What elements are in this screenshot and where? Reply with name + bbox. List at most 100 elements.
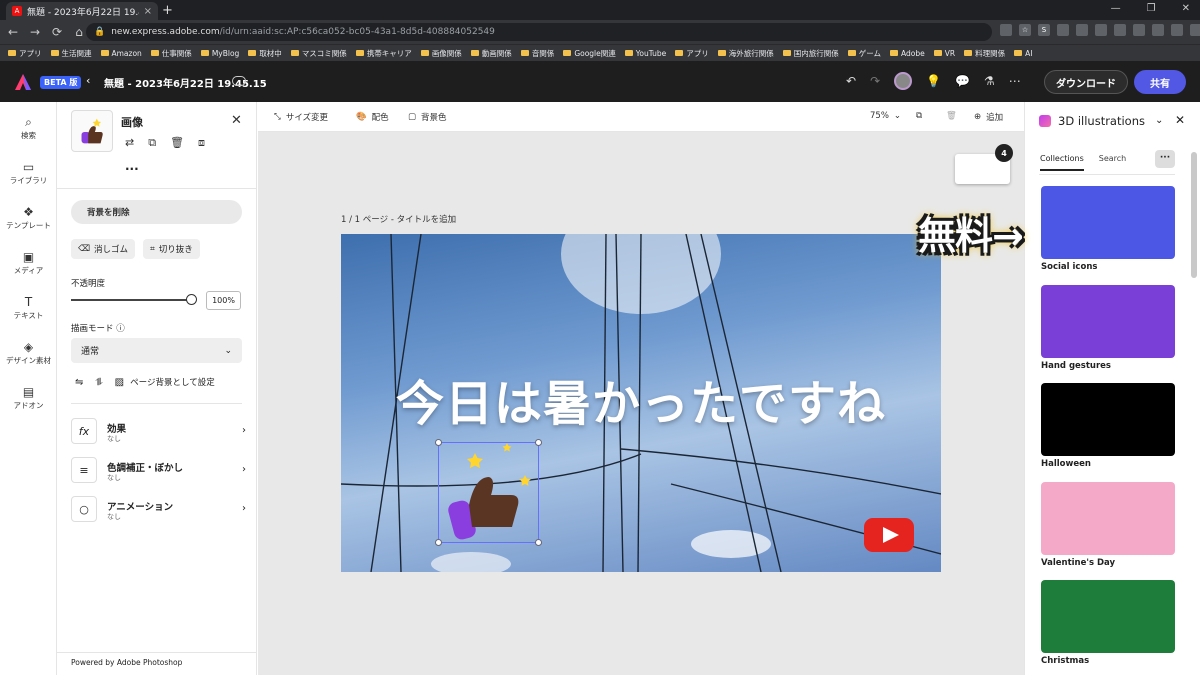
bookmark-item[interactable]: アプリ bbox=[8, 48, 42, 59]
resize-handle[interactable] bbox=[535, 439, 542, 446]
chevron-down-icon[interactable]: ⌄ bbox=[1155, 115, 1163, 126]
extension-icon[interactable] bbox=[1095, 24, 1107, 36]
forward-icon[interactable]: → bbox=[26, 25, 44, 39]
page-title-label[interactable]: 1 / 1 ページ - タイトルを追加 bbox=[341, 213, 456, 225]
back-chevron-icon[interactable]: ‹ bbox=[86, 74, 90, 87]
sky-photo[interactable]: 今日は暑かったですね bbox=[341, 234, 941, 572]
undo-icon[interactable]: ↶ bbox=[846, 74, 856, 88]
share-page-icon[interactable] bbox=[1000, 24, 1012, 36]
collection-label[interactable]: Social icons bbox=[1041, 262, 1097, 272]
bookmark-item[interactable]: ゲーム bbox=[847, 48, 881, 59]
resize-handle[interactable] bbox=[435, 439, 442, 446]
bookmark-item[interactable]: 取材中 bbox=[248, 48, 282, 59]
profile-avatar-icon[interactable] bbox=[1190, 24, 1200, 36]
zoom-select[interactable]: 75% ⌄ bbox=[870, 111, 901, 121]
color-button[interactable]: 🎨 配色 bbox=[356, 111, 389, 123]
set-background-icon[interactable]: ▨ bbox=[115, 377, 124, 388]
pages-icon[interactable]: ⧉ bbox=[916, 111, 922, 121]
collection-label[interactable]: Valentine's Day bbox=[1041, 558, 1115, 568]
rail-item[interactable]: ⌕ 検索 bbox=[0, 114, 57, 141]
extension-icon[interactable] bbox=[1057, 24, 1069, 36]
property-row[interactable]: ○ アニメーション なし › bbox=[71, 496, 246, 524]
bookmark-item[interactable]: 動画関係 bbox=[470, 48, 512, 59]
bookmark-item[interactable]: Google関連 bbox=[563, 48, 616, 59]
adobe-express-logo[interactable] bbox=[14, 73, 32, 91]
eraser-button[interactable]: ⌫ 消しゴム bbox=[71, 239, 136, 259]
selected-sticker[interactable] bbox=[435, 439, 542, 546]
bookmark-item[interactable]: AI bbox=[1014, 49, 1032, 58]
bookmark-star-icon[interactable]: ☆ bbox=[1019, 24, 1031, 36]
bookmark-item[interactable]: 海外旅行関係 bbox=[717, 48, 774, 59]
tab-search[interactable]: Search bbox=[1099, 154, 1126, 171]
collaborator-avatar[interactable] bbox=[894, 72, 913, 90]
blend-mode-select[interactable]: 通常 ⌄ bbox=[71, 338, 242, 363]
bookmark-item[interactable]: 仕事関係 bbox=[150, 48, 192, 59]
bookmark-item[interactable]: 画像関係 bbox=[420, 48, 462, 59]
bookmark-item[interactable]: MyBlog bbox=[200, 49, 239, 58]
flip-horizontal-icon[interactable]: ⇋ bbox=[75, 377, 83, 388]
bookmark-item[interactable]: アプリ bbox=[675, 48, 709, 59]
bookmark-item[interactable]: VR bbox=[933, 49, 955, 58]
extension-icon[interactable]: S bbox=[1038, 24, 1050, 36]
bookmark-item[interactable]: Amazon bbox=[100, 49, 142, 58]
replace-icon[interactable]: ⇄ bbox=[125, 136, 134, 150]
rail-item[interactable]: ▤ アドオン bbox=[0, 384, 57, 411]
collection-label[interactable]: Christmas bbox=[1041, 656, 1089, 666]
sidepanel-icon[interactable] bbox=[1171, 24, 1183, 36]
bookmark-item[interactable]: 音関係 bbox=[520, 48, 554, 59]
opacity-value-field[interactable]: 100% bbox=[206, 291, 241, 310]
rail-item[interactable]: ◈ デザイン素材 bbox=[0, 339, 57, 366]
bookmark-item[interactable]: 料理関係 bbox=[964, 48, 1005, 59]
youtube-logo[interactable] bbox=[863, 516, 915, 554]
close-icon[interactable]: ✕ bbox=[231, 113, 242, 128]
new-tab-icon[interactable]: + bbox=[162, 3, 173, 18]
crop-button[interactable]: ⌗ 切り抜き bbox=[143, 239, 200, 259]
collection-card[interactable] bbox=[1041, 580, 1175, 653]
headline-text[interactable]: 今日は暑かったですね bbox=[341, 364, 941, 434]
add-button[interactable]: ⊕ 追加 bbox=[974, 111, 1003, 123]
property-row[interactable]: ≡ 色調補正・ぼかし なし › bbox=[71, 457, 246, 485]
reload-icon[interactable]: ⟳ bbox=[48, 25, 66, 39]
lightbulb-icon[interactable]: 💡 bbox=[926, 74, 941, 88]
close-window-icon[interactable]: ✕ bbox=[1182, 3, 1190, 14]
collection-label[interactable]: Hand gestures bbox=[1041, 361, 1111, 371]
flip-vertical-icon[interactable]: ⥮ bbox=[95, 377, 102, 388]
url-bar[interactable]: 🔒 new.express.adobe.com/id/urn:aaid:sc:A… bbox=[86, 23, 992, 41]
delete-page-icon[interactable]: 🗑 bbox=[946, 111, 957, 121]
opacity-slider-handle[interactable] bbox=[186, 294, 197, 305]
set-as-background-label[interactable]: ページ背景として設定 bbox=[130, 376, 215, 388]
resize-handle[interactable] bbox=[535, 539, 542, 546]
more-icon[interactable]: ··· bbox=[1155, 150, 1175, 168]
extension-icon[interactable] bbox=[1076, 24, 1088, 36]
collection-label[interactable]: Halloween bbox=[1041, 459, 1091, 469]
bookmark-item[interactable]: Adobe bbox=[890, 49, 925, 58]
bookmark-item[interactable]: YouTube bbox=[624, 49, 666, 58]
minimize-icon[interactable]: — bbox=[1111, 3, 1121, 14]
bookmark-item[interactable]: 生活関連 bbox=[50, 48, 92, 59]
browser-tab[interactable]: A 無題 - 2023年6月22日 19.45.15 × bbox=[6, 2, 158, 20]
tab-collections[interactable]: Collections bbox=[1040, 154, 1084, 171]
extension-icon[interactable] bbox=[1133, 24, 1145, 36]
opacity-slider-track[interactable] bbox=[71, 299, 191, 301]
rail-item[interactable]: ❖ テンプレート bbox=[0, 204, 57, 231]
puzzle-icon[interactable] bbox=[1152, 24, 1164, 36]
rail-item[interactable]: ▣ メディア bbox=[0, 249, 57, 276]
bgcolor-button[interactable]: ▢ 背景色 bbox=[408, 111, 447, 123]
close-icon[interactable]: ✕ bbox=[1175, 113, 1185, 127]
collection-card[interactable] bbox=[1041, 284, 1175, 358]
property-row[interactable]: fx 効果 なし › bbox=[71, 418, 246, 446]
share-button[interactable]: 共有 bbox=[1134, 70, 1186, 94]
duplicate-icon[interactable]: ⧉ bbox=[148, 136, 156, 150]
rail-item[interactable]: ▭ ライブラリ bbox=[0, 159, 57, 186]
collection-card[interactable] bbox=[1041, 186, 1175, 259]
comment-icon[interactable]: 💬 bbox=[955, 74, 970, 88]
bookmark-item[interactable]: 携帯キャリア bbox=[355, 48, 412, 59]
more-icon[interactable]: ⋯ bbox=[1009, 74, 1021, 88]
maximize-icon[interactable]: ❐ bbox=[1147, 3, 1156, 14]
more-icon[interactable]: ··· bbox=[125, 162, 139, 176]
back-icon[interactable]: ← bbox=[4, 25, 22, 39]
scrollbar[interactable] bbox=[1191, 152, 1197, 278]
delete-icon[interactable]: 🗑 bbox=[170, 136, 184, 150]
download-button[interactable]: ダウンロード bbox=[1044, 70, 1128, 94]
close-tab-icon[interactable]: × bbox=[144, 6, 152, 17]
